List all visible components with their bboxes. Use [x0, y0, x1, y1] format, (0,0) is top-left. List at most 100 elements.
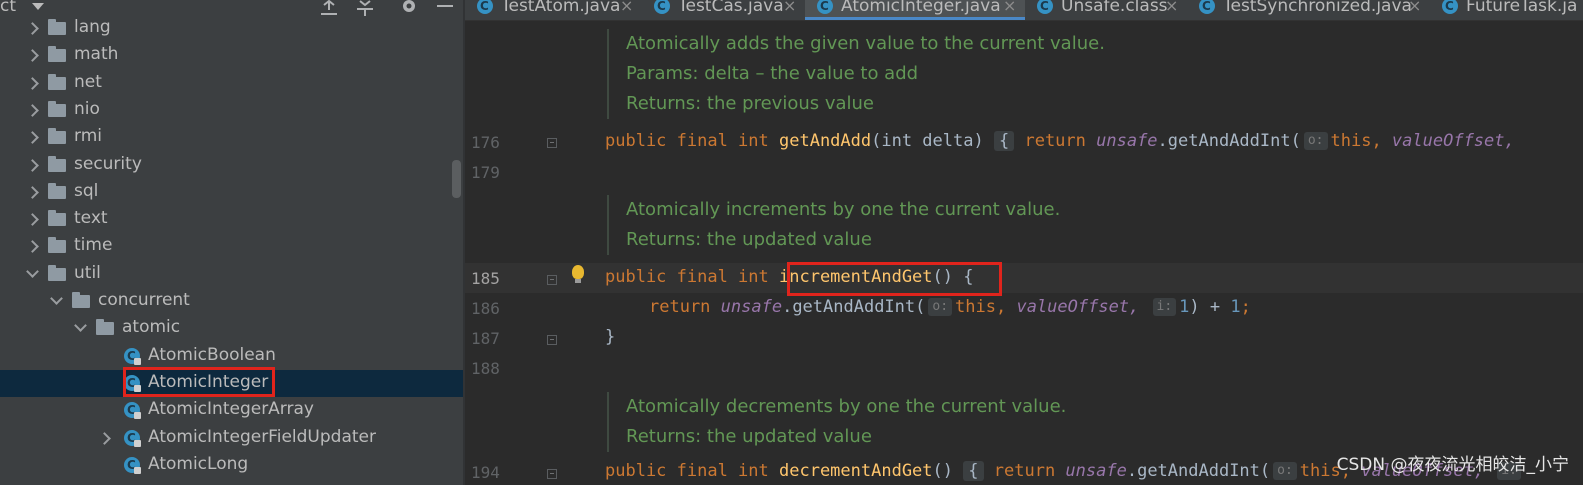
panel-title: ct — [0, 0, 17, 16]
tab-label: TestSynchronized.java — [1223, 0, 1412, 16]
chevron-right-icon[interactable] — [26, 76, 39, 90]
class-icon — [1199, 0, 1215, 14]
keywords: public final int — [605, 267, 779, 287]
tab-atomicinteger-java[interactable]: AtomicInteger.java× — [805, 0, 1025, 20]
tree-item-atomicintegerarray[interactable]: AtomicIntegerArray — [0, 397, 463, 424]
chevron-right-icon[interactable] — [26, 49, 39, 63]
tree-item-net[interactable]: net — [0, 70, 463, 97]
folder-icon — [48, 128, 66, 145]
tab-testsynchronized-java[interactable]: TestSynchronized.java× — [1187, 0, 1430, 20]
tree-item-label: AtomicIntegerArray — [148, 399, 314, 420]
chevron-right-icon[interactable] — [26, 158, 39, 172]
tree-item-lang[interactable]: lang — [0, 15, 463, 42]
tab-label: Unsafe.class — [1061, 0, 1168, 16]
expand-all-icon[interactable] — [318, 0, 340, 16]
chevron-right-icon[interactable] — [26, 104, 39, 117]
tree-item-concurrent[interactable]: concurrent — [0, 288, 463, 315]
fold-icon[interactable] — [547, 335, 557, 345]
tree-scrollbar[interactable] — [452, 160, 461, 198]
fold-icon[interactable] — [547, 275, 557, 285]
chevron-down-icon[interactable] — [26, 264, 39, 278]
tree-item-util[interactable]: util — [0, 261, 463, 288]
call: .getAndAddInt( — [782, 297, 926, 317]
param-hint: o: — [1273, 462, 1297, 480]
chevron-right-icon[interactable] — [26, 213, 39, 226]
folded-body[interactable]: { — [993, 131, 1015, 151]
call: .getAndAddInt( — [1126, 461, 1271, 481]
this-keyword: this, — [1330, 131, 1392, 151]
panel-dropdown-caret-icon[interactable] — [32, 3, 44, 10]
highlight-box-atomicinteger — [123, 367, 275, 397]
close-icon[interactable]: × — [620, 0, 633, 15]
folder-icon — [48, 19, 66, 35]
tab-futuretask-ja[interactable]: FutureTask.ja — [1430, 0, 1583, 20]
class-icon — [477, 0, 493, 14]
hide-panel-icon[interactable] — [434, 0, 456, 16]
field-unsafe: unsafe — [1096, 131, 1158, 151]
chevron-right-icon[interactable] — [26, 185, 39, 199]
tab-unsafe-class[interactable]: Unsafe.class× — [1025, 0, 1187, 20]
chevron-right-icon[interactable] — [26, 240, 39, 254]
field-unsafe: unsafe — [720, 297, 783, 317]
folder-icon — [48, 210, 66, 227]
code-line-187[interactable]: } — [605, 327, 615, 347]
tree-item-label: text — [74, 208, 108, 229]
close-icon[interactable]: × — [783, 0, 796, 15]
tree-item-sql[interactable]: sql — [0, 179, 463, 206]
tree-item-label: AtomicIntegerFieldUpdater — [148, 426, 376, 447]
lightbulb-icon[interactable] — [572, 265, 584, 283]
folder-icon — [48, 182, 66, 199]
chevron-right-icon[interactable] — [26, 22, 39, 35]
tree-item-rmi[interactable]: rmi — [0, 124, 463, 151]
tree-item-atomicintegerfieldupdater[interactable]: AtomicIntegerFieldUpdater — [0, 425, 463, 452]
tree-item-nio[interactable]: nio — [0, 97, 463, 124]
folder-icon — [48, 73, 66, 90]
code-line-176[interactable]: public final int getAndAdd(int delta) { … — [605, 131, 1515, 151]
line-number: 176 — [471, 133, 500, 152]
close-icon[interactable]: × — [1003, 0, 1016, 15]
close-icon[interactable]: × — [1408, 0, 1421, 15]
tab-testcas-java[interactable]: TestCas.java× — [642, 0, 805, 20]
tree-item-security[interactable]: security — [0, 152, 463, 179]
param-hint: o: — [928, 298, 953, 316]
this-keyword: this, — [955, 297, 1017, 317]
editor-area: TestAtom.java×TestCas.java×AtomicInteger… — [465, 0, 1583, 485]
tree-item-label: net — [74, 71, 102, 92]
gear-icon[interactable] — [398, 0, 420, 16]
chevron-down-icon[interactable] — [74, 319, 87, 333]
tree-item-label: rmi — [74, 126, 102, 147]
tree-item-atomic[interactable]: atomic — [0, 315, 463, 342]
line-number: 187 — [471, 329, 500, 348]
chevron-down-icon[interactable] — [50, 292, 63, 305]
folder-icon — [48, 237, 66, 254]
tree-item-time[interactable]: time — [0, 233, 463, 260]
code-line-186[interactable]: return unsafe.getAndAddInt(o: this, value… — [649, 297, 1251, 317]
editor-tabs: TestAtom.java×TestCas.java×AtomicInteger… — [465, 0, 1583, 21]
tab-label: AtomicInteger.java — [841, 0, 1001, 16]
lock-icon — [134, 412, 141, 420]
chevron-right-icon[interactable] — [98, 431, 111, 445]
lock-icon — [134, 357, 141, 365]
method-name: decrementAndGet — [779, 461, 933, 481]
fold-icon[interactable] — [547, 138, 557, 148]
doc-line: Returns: the previous value — [626, 93, 875, 114]
tab-testatom-java[interactable]: TestAtom.java× — [465, 0, 642, 20]
tree-item-math[interactable]: math — [0, 42, 463, 69]
folded-body[interactable]: { — [963, 461, 984, 481]
lock-icon — [134, 466, 141, 474]
close-icon[interactable]: × — [1165, 0, 1178, 15]
tree-item-text[interactable]: text — [0, 206, 463, 233]
highlight-box-incrementandget — [787, 262, 1002, 296]
tree-item-atomicboolean[interactable]: AtomicBoolean — [0, 343, 463, 370]
fold-icon[interactable] — [547, 469, 557, 479]
chevron-right-icon[interactable] — [26, 131, 39, 145]
return-keyword: return — [1024, 131, 1097, 151]
doc-line: Returns: the updated value — [626, 426, 872, 447]
tree-item-atomiclong[interactable]: AtomicLong — [0, 452, 463, 479]
lock-icon — [134, 439, 141, 447]
folder-icon — [48, 46, 66, 63]
method-name: getAndAdd — [779, 131, 872, 151]
collapse-all-icon[interactable] — [354, 0, 376, 16]
return-keyword: return — [649, 297, 721, 317]
field-unsafe: unsafe — [1065, 461, 1127, 481]
